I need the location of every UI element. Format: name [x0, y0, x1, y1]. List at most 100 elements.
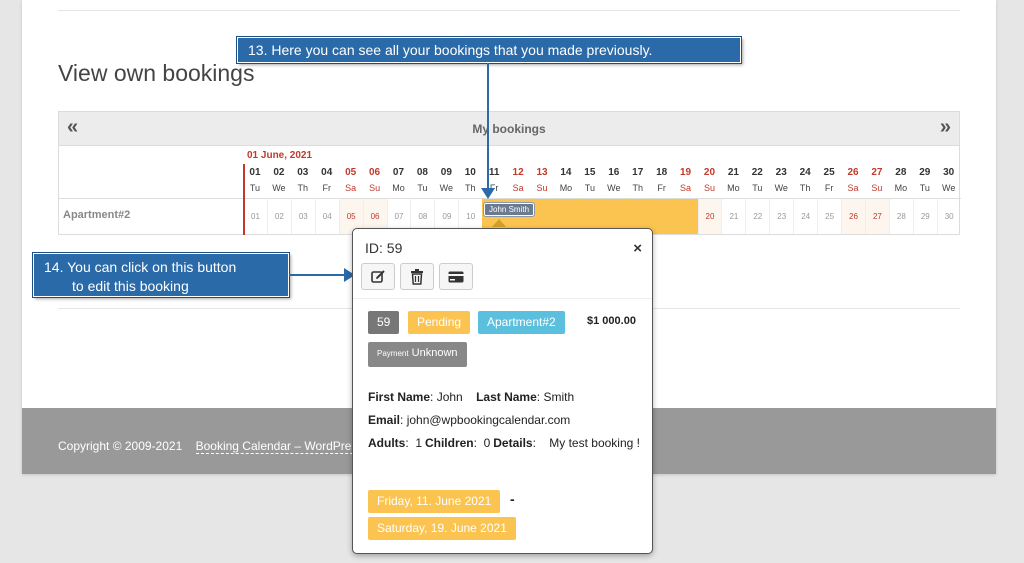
email-value: john@wpbookingcalendar.com — [406, 413, 571, 427]
first-name-value: John — [436, 390, 463, 404]
day-number: 28 — [895, 167, 907, 178]
tutorial-callout-13: 13. Here you can see all your bookings t… — [236, 36, 742, 64]
day-number: 27 — [871, 167, 883, 178]
day-number: 29 — [919, 167, 931, 178]
divider — [59, 198, 243, 199]
day-column-01: 01 Tu 01 — [243, 165, 267, 235]
day-column-29: 29 Tu 29 — [912, 165, 937, 235]
day-name: Su — [536, 183, 548, 193]
day-column-21: 21 Mo 21 — [721, 165, 746, 235]
day-name: Th — [799, 183, 811, 193]
last-name-value: Smith — [543, 390, 575, 404]
day-number: 14 — [560, 167, 572, 178]
details-value: My test booking ! — [549, 436, 640, 450]
day-cell[interactable]: 27 — [864, 198, 889, 234]
day-cell[interactable]: 30 — [936, 198, 961, 234]
credit-card-icon — [448, 271, 464, 282]
status-badge: Pending — [408, 311, 471, 334]
day-column-08: 08 Tu 08 — [410, 165, 435, 235]
day-name: Mo — [559, 183, 573, 193]
day-number: 09 — [440, 167, 452, 178]
resource-label: Apartment#2 — [63, 209, 131, 221]
day-cell[interactable]: 04 — [314, 198, 339, 234]
day-number: 10 — [464, 167, 476, 178]
payment-button[interactable] — [439, 263, 473, 290]
day-column-25: 25 Fr 25 — [817, 165, 842, 235]
children-value: 0 — [483, 436, 491, 450]
day-cell[interactable]: 21 — [721, 198, 746, 234]
edit-booking-button[interactable] — [361, 263, 395, 290]
popup-caret — [492, 219, 506, 227]
day-name: Su — [703, 183, 715, 193]
day-name: Su — [369, 183, 381, 193]
day-number: 06 — [369, 167, 381, 178]
day-name: We — [942, 183, 956, 193]
divider — [58, 10, 960, 11]
arrow-head-icon — [481, 188, 495, 199]
days-row: 01 Tu 01 02 We 02 03 Th 03 04 Fr 04 05 Sa 05 06 Su 06 07 Mo… — [243, 165, 961, 235]
day-cell[interactable]: 20 — [697, 198, 722, 234]
booking-details: First Name: John Last Name: Smith Email:… — [368, 390, 640, 450]
day-number: 02 — [273, 167, 285, 178]
day-column-15: 15Tu15 — [577, 165, 602, 235]
adults-value: 1 — [415, 436, 423, 450]
day-name: We — [439, 183, 453, 193]
day-name: Th — [297, 183, 309, 193]
day-cell[interactable]: 24 — [793, 198, 818, 234]
day-column-23: 23 We 23 — [769, 165, 794, 235]
day-column-30: 30 We 30 — [936, 165, 961, 235]
delete-booking-button[interactable] — [400, 263, 434, 290]
day-number: 03 — [297, 167, 309, 178]
callout-14-line1: 14. You can click on this button — [44, 259, 237, 275]
day-column-13: 13Su13 — [530, 165, 554, 235]
callout-13-arrow — [487, 63, 489, 191]
day-column-16: 16We16 — [601, 165, 626, 235]
day-number: 20 — [703, 167, 716, 178]
day-name: We — [774, 183, 788, 193]
day-cell[interactable]: 03 — [290, 198, 315, 234]
day-cell[interactable]: 01 — [243, 198, 267, 234]
day-number: 04 — [321, 167, 333, 178]
day-column-22: 22 Tu 22 — [745, 165, 770, 235]
day-column-14: 14Mo14 — [553, 165, 578, 235]
day-cell[interactable]: 18 — [649, 198, 674, 234]
day-cell[interactable]: 02 — [266, 198, 291, 234]
day-cell[interactable]: 25 — [817, 198, 842, 234]
day-column-27: 27 Su 27 — [864, 165, 889, 235]
close-button[interactable]: × — [633, 240, 642, 257]
last-name-label: Last Name — [476, 390, 537, 404]
next-month-button[interactable]: » — [940, 117, 951, 137]
day-name: Mo — [727, 183, 740, 193]
day-name: Fr — [657, 183, 666, 193]
day-cell[interactable]: 22 — [745, 198, 770, 234]
check-out-date: Saturday, 19. June 2021 — [368, 517, 516, 540]
day-column-03: 03 Th 03 — [290, 165, 315, 235]
day-name: Th — [465, 183, 476, 193]
details-label: Details — [493, 436, 533, 450]
day-cell[interactable]: 28 — [888, 198, 913, 234]
copyright-text: Copyright © 2009-2021 — [58, 439, 183, 453]
day-cell[interactable]: 19 — [673, 198, 698, 234]
day-number: 26 — [847, 167, 859, 178]
day-number: 22 — [751, 167, 763, 178]
day-name: Su — [871, 183, 883, 193]
day-name: Fr — [322, 183, 331, 193]
day-name: Tu — [417, 183, 428, 193]
day-cell[interactable]: 26 — [841, 198, 865, 234]
day-cell[interactable]: 29 — [912, 198, 937, 234]
day-name: Sa — [345, 183, 357, 193]
day-column-02: 02 We 02 — [266, 165, 291, 235]
day-name: We — [607, 183, 621, 193]
day-name: Mo — [894, 183, 908, 193]
email-label: Email — [368, 413, 401, 427]
booking-chip[interactable]: John Smith — [482, 202, 536, 217]
day-name: Tu — [584, 183, 595, 193]
tutorial-callout-14: 14. You can click on this button to edit… — [32, 252, 290, 298]
popup-header: ID: 59 × — [353, 229, 652, 299]
footer-link[interactable]: Booking Calendar – WordPress — [195, 439, 364, 454]
day-column-28: 28 Mo 28 — [888, 165, 913, 235]
day-cell[interactable]: 23 — [769, 198, 794, 234]
callout-14-line2: to edit this booking — [72, 278, 189, 294]
day-number: 18 — [656, 167, 668, 178]
day-column-17: 17Th17 — [625, 165, 650, 235]
